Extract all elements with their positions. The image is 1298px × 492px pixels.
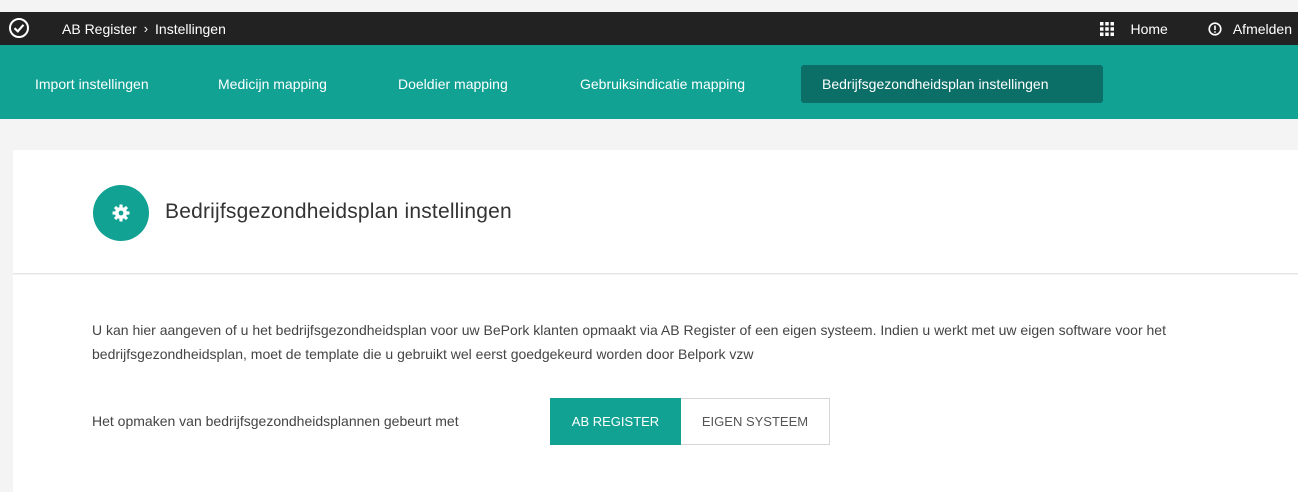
page-title: Bedrijfsgezondheidsplan instellingen xyxy=(165,200,512,223)
ab-register-option[interactable]: AB REGISTER xyxy=(550,398,681,445)
home-label: Home xyxy=(1130,20,1168,37)
check-circle-icon[interactable] xyxy=(8,17,30,39)
logout-label: Afmelden xyxy=(1232,20,1292,37)
template-system-toggle: AB REGISTER EIGEN SYSTEEM xyxy=(550,398,830,445)
apps-grid-icon xyxy=(1100,21,1115,36)
settings-card: U kan hier aangeven of u het bedrijfsgez… xyxy=(13,275,1298,492)
tab-bedrijfsgezondheidsplan-instellingen[interactable]: Bedrijfsgezondheidsplan instellingen xyxy=(801,65,1103,103)
gear-icon xyxy=(112,204,130,222)
top-bar: AB Register › Instellingen Home Afmelden xyxy=(0,12,1298,45)
template-system-label: Het opmaken van bedrijfsgezondheidsplann… xyxy=(92,413,459,429)
breadcrumb-separator: › xyxy=(143,21,149,36)
home-link[interactable]: Home xyxy=(1100,20,1168,37)
breadcrumb-current: Instellingen xyxy=(155,20,226,37)
page-header-card: Bedrijfsgezondheidsplan instellingen xyxy=(13,150,1298,274)
tab-medicijn-mapping[interactable]: Medicijn mapping xyxy=(197,65,348,103)
breadcrumb-app[interactable]: AB Register xyxy=(62,21,137,37)
tab-gebruiksindicatie-mapping[interactable]: Gebruiksindicatie mapping xyxy=(559,65,766,103)
settings-tab-bar: Import instellingen Medicijn mapping Doe… xyxy=(0,45,1298,119)
logout-link[interactable]: Afmelden xyxy=(1208,21,1292,37)
settings-description: U kan hier aangeven of u het bedrijfsgez… xyxy=(92,322,1166,362)
tab-import-instellingen[interactable]: Import instellingen xyxy=(14,65,170,103)
settings-badge xyxy=(93,185,149,241)
tab-doeldier-mapping[interactable]: Doeldier mapping xyxy=(377,65,529,103)
eigen-systeem-option[interactable]: EIGEN SYSTEEM xyxy=(681,398,830,445)
power-icon xyxy=(1208,21,1222,36)
breadcrumb: AB Register › Instellingen xyxy=(62,12,226,45)
